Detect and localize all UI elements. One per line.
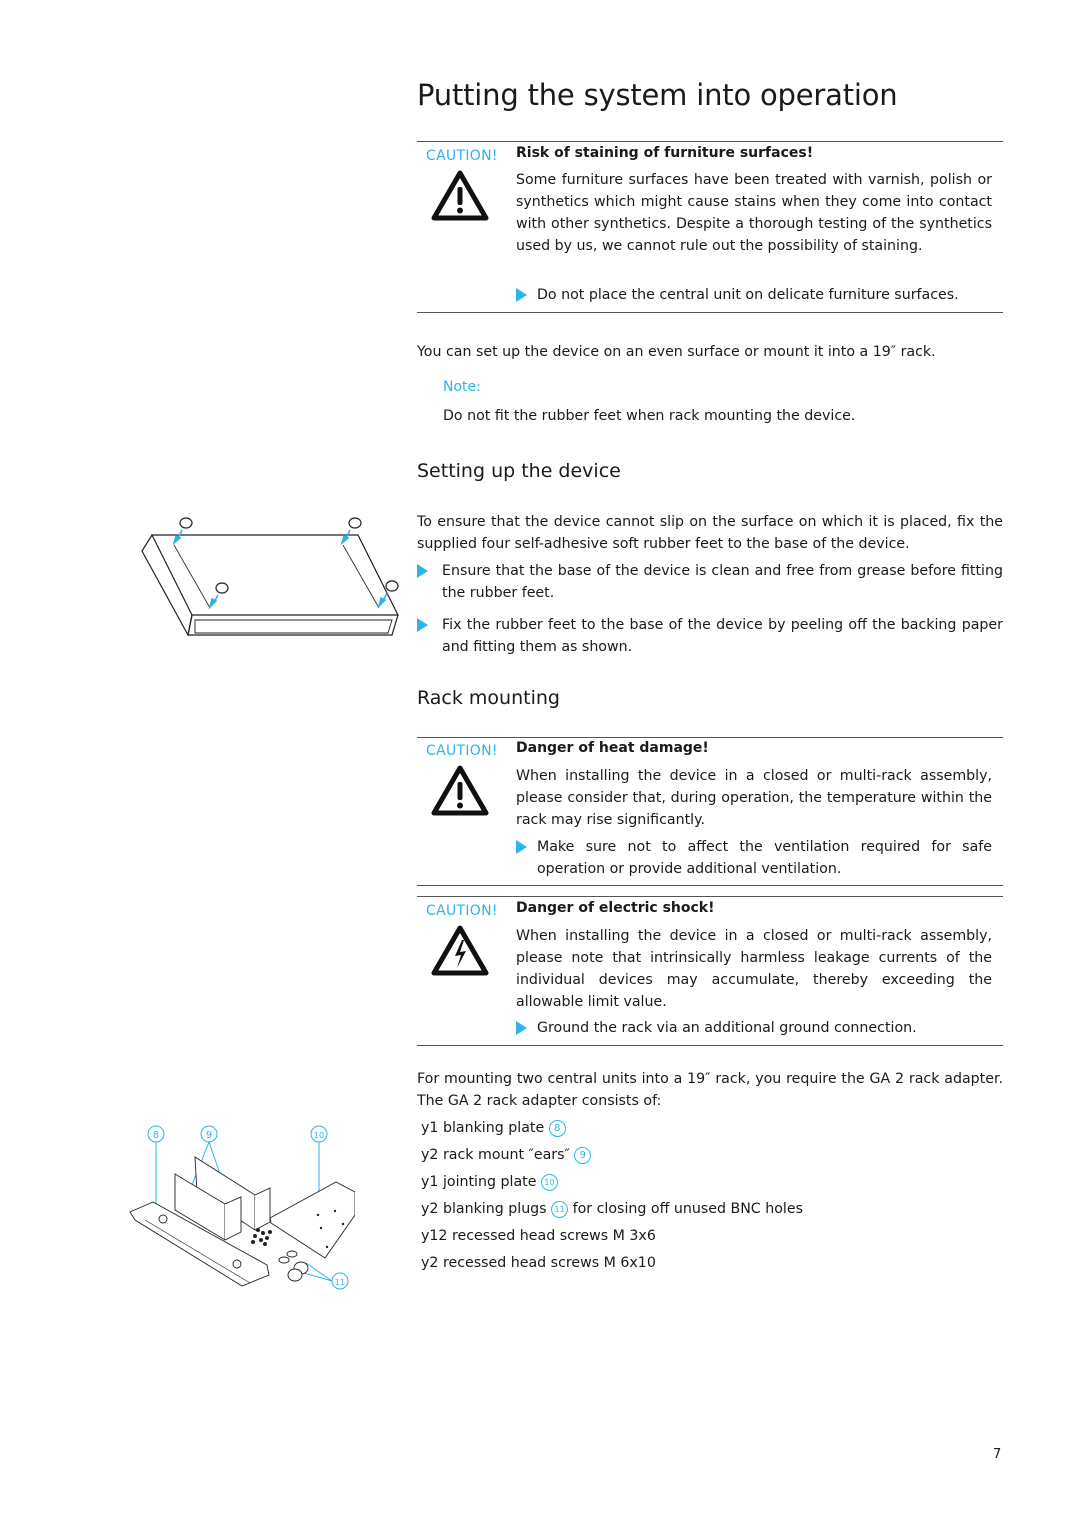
figure-label: 8: [153, 1130, 159, 1141]
list-item: y12 recessed head screws M 3x6: [421, 1228, 656, 1244]
divider: [417, 885, 1003, 886]
intro-text: You can set up the device on an even sur…: [417, 344, 936, 360]
setup-step: Ensure that the base of the device is cl…: [417, 560, 1003, 604]
page-number: 7: [993, 1447, 1002, 1462]
divider: [417, 737, 1003, 738]
divider: [417, 1045, 1003, 1046]
page-title: Putting the system into operation: [417, 78, 898, 112]
caution-label: CAUTION!: [426, 903, 498, 919]
bullet-arrow-icon: [417, 618, 428, 632]
caution-heading: Danger of heat damage!: [516, 740, 709, 756]
note-label: Note:: [443, 379, 481, 395]
caution-heading: Risk of staining of furniture surfaces!: [516, 145, 814, 161]
reference-number: 8: [548, 1120, 566, 1137]
caution-action: Make sure not to affect the ventilation …: [516, 836, 992, 880]
figure-label: 10: [314, 1131, 324, 1140]
list-item: y1 jointing plate 10: [421, 1171, 803, 1198]
figure-label: 11: [335, 1278, 345, 1287]
reference-number: 9: [574, 1147, 592, 1164]
caution-label: CAUTION!: [426, 743, 498, 759]
reference-number: 10: [540, 1174, 558, 1191]
warning-triangle-icon: [431, 765, 489, 821]
divider: [417, 141, 1003, 142]
caution-text: When installing the device in a closed o…: [516, 928, 992, 1010]
list-item: y2 recessed head screws M 6x10: [421, 1255, 656, 1271]
bullet-arrow-icon: [516, 840, 527, 854]
adapter-parts-list: y1 blanking plate 8 y2 rack mount ″ears″…: [421, 1117, 803, 1279]
section-heading-rack: Rack mounting: [417, 687, 560, 709]
rubber-feet-illustration: [130, 505, 410, 659]
rack-adapter-text: For mounting two central units into a 19…: [417, 1071, 1003, 1109]
list-item: y1 blanking plate 8: [421, 1117, 803, 1144]
note-text: Do not fit the rubber feet when rack mou…: [443, 408, 856, 424]
divider: [417, 896, 1003, 897]
list-item: y2 rack mount ″ears″ 9: [421, 1144, 803, 1171]
bullet-arrow-icon: [516, 288, 527, 302]
list-item: y2 blanking plugs 11 for closing off unu…: [421, 1201, 803, 1218]
caution-heading: Danger of electric shock!: [516, 900, 715, 916]
warning-triangle-icon: [431, 170, 489, 226]
electric-shock-icon: [431, 925, 489, 981]
setup-step: Fix the rubber feet to the base of the d…: [417, 614, 1003, 658]
caution-action: Ground the rack via an additional ground…: [516, 1017, 992, 1039]
figure-label: 9: [206, 1130, 212, 1141]
bullet-arrow-icon: [516, 1021, 527, 1035]
divider: [417, 312, 1003, 313]
caution-text: Some furniture surfaces have been treate…: [516, 172, 992, 254]
setup-text: To ensure that the device cannot slip on…: [417, 514, 1003, 552]
section-heading-setup: Setting up the device: [417, 460, 621, 482]
caution-label: CAUTION!: [426, 148, 498, 164]
caution-action: Do not place the central unit on delicat…: [516, 284, 992, 306]
caution-text: When installing the device in a closed o…: [516, 768, 992, 828]
rack-adapter-illustration: 8 9 10 11: [125, 1120, 356, 1299]
bullet-arrow-icon: [417, 564, 428, 578]
reference-number: 11: [551, 1201, 569, 1218]
